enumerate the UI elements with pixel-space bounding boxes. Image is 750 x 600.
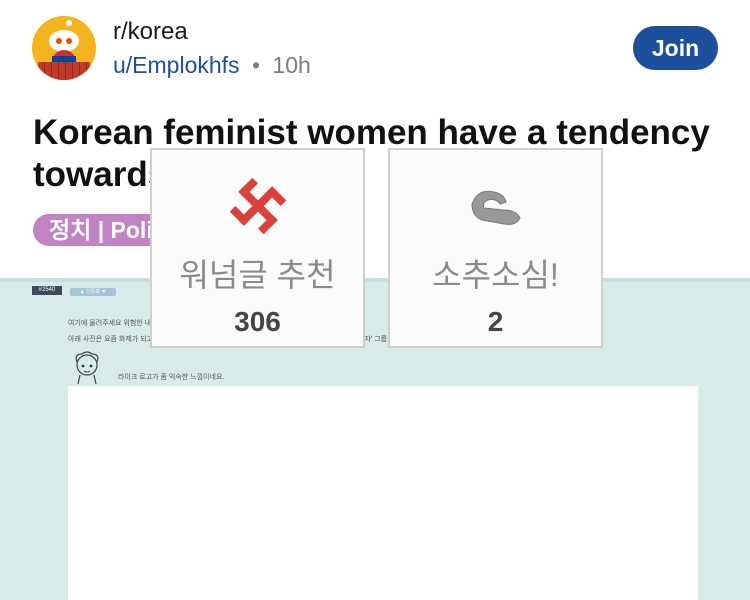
like-vote-box: 워넘글 추천 306 <box>150 148 365 348</box>
image-top-band <box>0 278 750 282</box>
community-name[interactable]: r/korea <box>113 18 188 46</box>
like-count: 306 <box>234 306 281 337</box>
meta-separator: • <box>251 52 261 78</box>
dislike-label: 소추소심! <box>432 257 559 293</box>
dislike-count: 2 <box>487 306 504 337</box>
post-header: r/korea u/Emplokhfs • 10h Join <box>0 0 750 100</box>
snoo-eye-icon <box>66 38 72 44</box>
community-avatar[interactable] <box>32 16 96 80</box>
pinch-hand-icon <box>470 190 521 225</box>
image-text-line: 라이크 로고가 좀 익숙한 느낌이네요. <box>118 374 225 381</box>
brick-wall-icon <box>38 62 90 80</box>
snoo-antenna-icon <box>66 20 72 26</box>
like-label: 워넘글 추천 <box>179 257 336 293</box>
image-post-number: #2540 <box>32 286 62 295</box>
snoo-eye-icon <box>56 38 62 44</box>
dislike-vote-box: 소추소심! 2 <box>388 148 603 348</box>
image-author-chip: ▲ 신문보 ▼ <box>70 288 116 296</box>
post-title[interactable]: Korean feminist women have a tendency to… <box>33 112 713 196</box>
author-username[interactable]: u/Emplokhfs <box>113 52 240 78</box>
snoo-head-icon <box>49 30 79 52</box>
anime-sketch-icon <box>75 351 99 385</box>
image-inner-card <box>68 386 698 600</box>
post-image[interactable]: #2540 ▲ 신문보 ▼ 여기에 올려주세요 위험한 내용이면 삭제하겠습니다… <box>0 278 750 600</box>
author-line: u/Emplokhfs • 10h <box>113 52 311 79</box>
swastika-icon <box>229 177 286 235</box>
join-button[interactable]: Join <box>633 26 718 70</box>
post-age: 10h <box>272 52 311 78</box>
